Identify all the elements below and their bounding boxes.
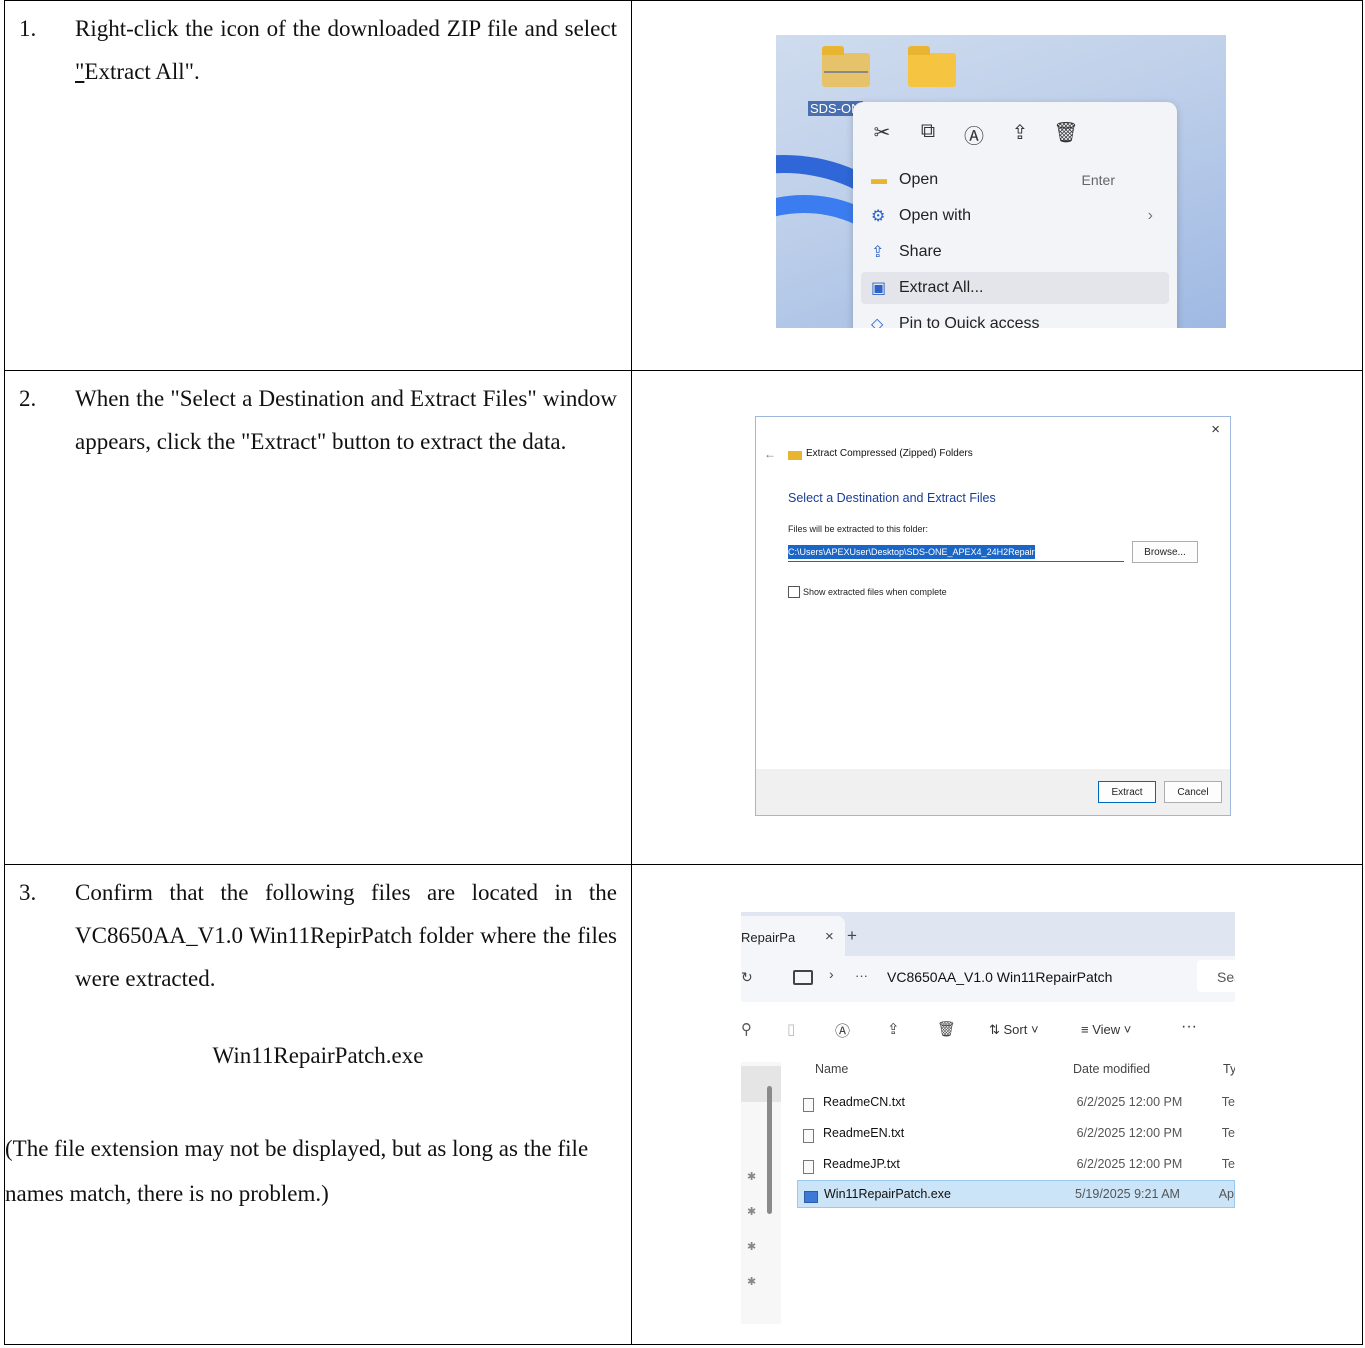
- new-tab-icon[interactable]: +: [847, 926, 857, 946]
- rename-icon[interactable]: Ⓐ: [835, 1020, 850, 1041]
- command-bar: ⚲ ▯ Ⓐ ⇪ 🗑 ⇅ Sort ˅ ≡ View ˅ ···: [741, 1012, 1235, 1050]
- cut-icon[interactable]: ✂: [869, 120, 895, 149]
- text-file-icon: [803, 1160, 814, 1174]
- file-row[interactable]: ReadmeCN.txt 6/2/2025 12:00 PM Te: [797, 1088, 1235, 1116]
- step-text: When the "Select a Destination and Extra…: [75, 386, 617, 454]
- filename-text: Win11RepairPatch.exe: [212, 1043, 424, 1068]
- pin-icon: ✱: [747, 1276, 757, 1288]
- folder-open-icon: ▬: [871, 171, 887, 188]
- file-explorer-screenshot: RepairPa × + ↻ › ··· VC8650AA_V1.0 Win11…: [741, 912, 1235, 1324]
- extract-dialog-screenshot: × ← Extract Compressed (Zipped) Folders …: [755, 416, 1231, 816]
- file-row-selected[interactable]: Win11RepairPatch.exe 5/19/2025 9:21 AM A…: [797, 1180, 1235, 1208]
- delete-icon[interactable]: 🗑: [937, 1020, 956, 1038]
- column-header-date[interactable]: Date modified: [1073, 1062, 1150, 1076]
- text-file-icon: [803, 1098, 814, 1112]
- context-menu-screenshot: SDS-ON ✂ ⧉ Ⓐ ⇪ 🗑 ▬ Open Enter ⚙ Open wit…: [776, 35, 1226, 328]
- step-text: Confirm that the following files are loc…: [75, 880, 617, 991]
- checkbox-box[interactable]: [788, 586, 800, 598]
- delete-icon[interactable]: 🗑: [1053, 120, 1079, 149]
- share-icon: ⇪: [871, 244, 885, 261]
- step-text: Right-click the icon of the downloaded Z…: [75, 16, 617, 84]
- step-number: 2.: [19, 386, 37, 411]
- view-icon: ≡: [1081, 1022, 1093, 1037]
- menu-item-pin-quick-access[interactable]: ◇ Pin to Quick access: [861, 308, 1169, 328]
- paste-icon[interactable]: ▯: [787, 1020, 795, 1038]
- menu-item-share[interactable]: ⇪ Share: [861, 236, 1169, 268]
- step-number: 1.: [19, 16, 37, 41]
- share-icon[interactable]: ⇪: [1007, 120, 1033, 149]
- close-icon[interactable]: ×: [1211, 421, 1220, 438]
- zip-folder-icon[interactable]: [822, 46, 870, 87]
- view-button[interactable]: ≡ View ˅: [1081, 1022, 1131, 1037]
- note-text: (The file extension may not be displayed…: [5, 1136, 589, 1206]
- window-title: Extract Compressed (Zipped) Folders: [806, 448, 973, 459]
- step-3-cell: 3. Confirm that the following files are …: [5, 871, 631, 1206]
- folder-icon[interactable]: [908, 46, 956, 87]
- browse-button[interactable]: Browse...: [1132, 541, 1198, 563]
- pin-icon: ◇: [871, 316, 884, 328]
- pin-icon: ✱: [747, 1206, 757, 1218]
- scrollbar[interactable]: [767, 1086, 772, 1214]
- tab-label: RepairPa: [741, 930, 796, 945]
- open-with-icon: ⚙: [871, 208, 886, 225]
- context-menu: ✂ ⧉ Ⓐ ⇪ 🗑 ▬ Open Enter ⚙ Open with › ⇪ S…: [853, 102, 1177, 328]
- navigation-pane: ✱ ✱ ✱ ✱: [741, 1062, 781, 1324]
- menu-item-open-with[interactable]: ⚙ Open with ›: [861, 200, 1169, 232]
- address-bar: ↻ › ··· VC8650AA_V1.0 Win11RepairPatch S…: [741, 956, 1235, 1002]
- extract-icon: ▣: [871, 280, 887, 297]
- extract-button[interactable]: Extract: [1098, 781, 1156, 803]
- more-breadcrumb-icon[interactable]: ···: [855, 968, 868, 983]
- menu-item-extract-all[interactable]: ▣ Extract All...: [861, 272, 1169, 304]
- path-input[interactable]: C:\Users\APEXUser\Desktop\SDS-ONE_APEX4_…: [788, 542, 1124, 562]
- sort-icon: ⇅: [989, 1022, 1004, 1037]
- copy-icon[interactable]: ⧉: [915, 120, 941, 149]
- file-row[interactable]: ReadmeEN.txt 6/2/2025 12:00 PM Te: [797, 1119, 1235, 1147]
- more-options-icon[interactable]: ···: [1181, 1018, 1197, 1036]
- column-header-type[interactable]: Ty: [1223, 1062, 1235, 1076]
- breadcrumb-folder[interactable]: VC8650AA_V1.0 Win11RepairPatch: [887, 969, 1112, 985]
- pin-icon: ✱: [747, 1241, 757, 1253]
- step-1-cell: 1. Right-click the icon of the downloade…: [5, 7, 631, 93]
- rename-icon[interactable]: Ⓐ: [961, 120, 987, 149]
- column-divider: [631, 1, 632, 1344]
- dialog-footer: Extract Cancel: [756, 769, 1230, 815]
- step-number: 3.: [19, 880, 37, 905]
- pin-icon: ✱: [747, 1171, 757, 1183]
- text-file-icon: [803, 1129, 814, 1143]
- path-label: Files will be extracted to this folder:: [788, 524, 929, 534]
- tab-bar: RepairPa × +: [741, 912, 1235, 956]
- chevron-right-icon: ›: [1147, 207, 1153, 224]
- column-header-name[interactable]: Name: [815, 1062, 848, 1076]
- context-menu-quick-actions: ✂ ⧉ Ⓐ ⇪ 🗑: [869, 120, 1079, 149]
- file-row[interactable]: ReadmeJP.txt 6/2/2025 12:00 PM Te: [797, 1150, 1235, 1178]
- zip-folder-icon: [788, 451, 802, 460]
- close-tab-icon[interactable]: ×: [825, 928, 834, 945]
- chevron-right-icon: ›: [829, 966, 834, 982]
- zip-stripe: [824, 71, 868, 73]
- back-arrow-icon[interactable]: ←: [764, 447, 776, 461]
- search-box[interactable]: Sea: [1197, 960, 1235, 992]
- show-files-checkbox[interactable]: Show extracted files when complete: [788, 586, 947, 598]
- nav-item-selected[interactable]: [741, 1066, 781, 1102]
- sort-button[interactable]: ⇅ Sort ˅: [989, 1022, 1039, 1038]
- step-2-cell: 2. When the "Select a Destination and Ex…: [5, 377, 631, 463]
- share-icon[interactable]: ⇪: [887, 1020, 900, 1038]
- search-icon[interactable]: ⚲: [741, 1020, 752, 1038]
- application-icon: [804, 1191, 818, 1203]
- dialog-heading: Select a Destination and Extract Files: [788, 491, 996, 505]
- this-pc-icon[interactable]: [793, 970, 813, 985]
- row-divider: [5, 864, 1362, 865]
- cancel-button[interactable]: Cancel: [1164, 781, 1222, 803]
- refresh-icon[interactable]: ↻: [741, 969, 753, 986]
- menu-item-open[interactable]: ▬ Open Enter: [861, 164, 1169, 196]
- row-divider: [5, 370, 1362, 371]
